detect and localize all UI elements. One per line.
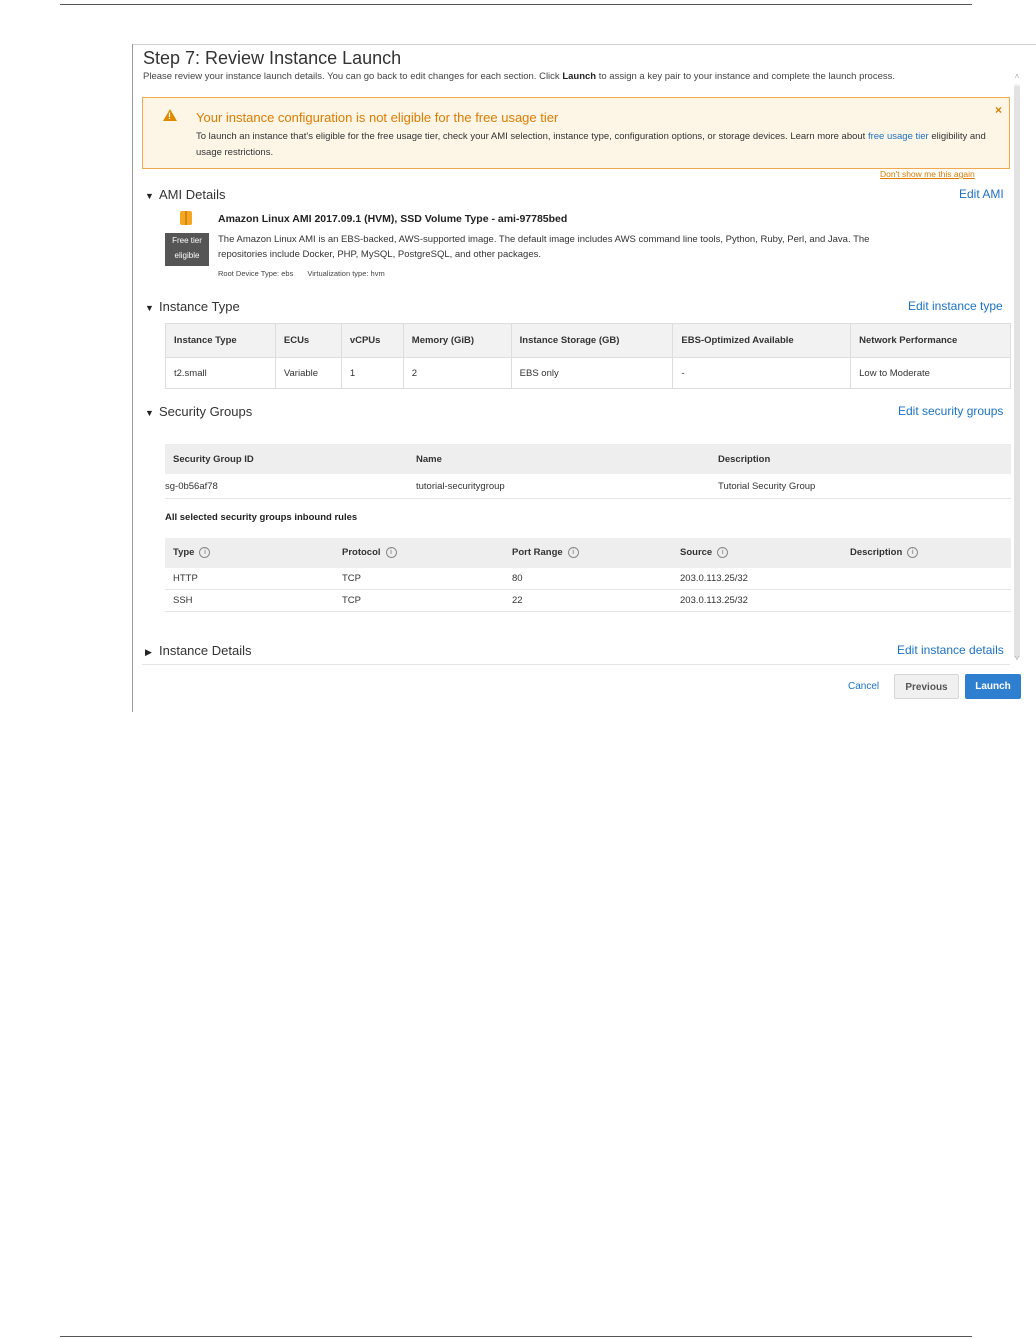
column-header: ECUs bbox=[274, 323, 342, 358]
column-header: Memory (GiB) bbox=[402, 323, 512, 358]
column-header: Network Performance bbox=[850, 323, 1011, 358]
table-cell: TCP bbox=[334, 589, 504, 612]
info-icon[interactable]: i bbox=[717, 547, 729, 559]
edit-instance-details-link[interactable]: Edit instance details bbox=[897, 643, 1004, 657]
caret-down-icon: ▼ bbox=[145, 408, 154, 418]
page-title: Step 7: Review Instance Launch bbox=[143, 48, 402, 68]
caret-right-icon: ▶ bbox=[145, 647, 152, 657]
caret-down-icon: ▼ bbox=[145, 303, 154, 313]
info-icon[interactable]: i bbox=[567, 547, 579, 559]
table-cell: Variable bbox=[274, 357, 342, 389]
table-row: HTTP TCP 80 203.0.113.25/32 bbox=[165, 568, 1011, 590]
edit-ami-link[interactable]: Edit AMI bbox=[959, 187, 1004, 201]
column-header: Security Group ID bbox=[165, 444, 408, 474]
table-cell: 203.0.113.25/32 bbox=[672, 568, 842, 590]
scroll-up-icon[interactable]: ˄ bbox=[1012, 72, 1022, 82]
info-icon[interactable]: i bbox=[199, 547, 211, 559]
table-cell: sg-0b56af78 bbox=[165, 474, 408, 499]
table-cell: t2.small bbox=[165, 357, 276, 389]
table-cell: TCP bbox=[334, 568, 504, 590]
info-icon[interactable]: i bbox=[385, 547, 397, 559]
edit-security-groups-link[interactable]: Edit security groups bbox=[898, 404, 1003, 418]
column-header: Description bbox=[710, 444, 1011, 474]
launch-button[interactable]: Launch bbox=[965, 674, 1021, 699]
section-security-groups[interactable]: ▼ Security Groups bbox=[145, 404, 252, 419]
table-cell: SSH bbox=[165, 589, 334, 612]
table-cell: Low to Moderate bbox=[850, 357, 1011, 389]
security-groups-table: Security Group ID Name Description sg-0b… bbox=[165, 444, 1011, 499]
cube-icon bbox=[180, 211, 192, 225]
column-header: Port Range i bbox=[504, 538, 672, 568]
scrollbar[interactable]: ˄ ˅ bbox=[1012, 72, 1022, 666]
inbound-rules-table: Type i Protocol i Port Range i Source i Desc… bbox=[165, 538, 1011, 612]
column-header: vCPUs bbox=[340, 323, 404, 358]
table-cell: 80 bbox=[504, 568, 672, 590]
column-header: Protocol i bbox=[334, 538, 504, 568]
scroll-thumb[interactable] bbox=[1014, 86, 1020, 658]
table-cell: - bbox=[672, 357, 852, 389]
footer-divider bbox=[142, 664, 1010, 665]
table-row: sg-0b56af78 tutorial-securitygroup Tutor… bbox=[165, 474, 1011, 499]
free-tier-warning: ! Your instance configuration is not eli… bbox=[142, 97, 1010, 169]
inbound-rules-label: All selected security groups inbound rul… bbox=[165, 512, 358, 523]
table-cell: EBS only bbox=[510, 357, 674, 389]
page-rule-bottom bbox=[60, 1336, 972, 1337]
column-header: Description i bbox=[842, 538, 1011, 568]
free-usage-tier-link[interactable]: free usage tier bbox=[868, 131, 929, 142]
ami-meta: Root Device Type: ebs Virtualization type… bbox=[218, 269, 385, 278]
column-header: Source i bbox=[672, 538, 842, 568]
section-instance-type[interactable]: ▼ Instance Type bbox=[145, 299, 240, 314]
table-cell: 203.0.113.25/32 bbox=[672, 589, 842, 612]
column-header: Instance Storage (GB) bbox=[510, 323, 674, 358]
column-header: EBS-Optimized Available bbox=[672, 323, 852, 358]
cancel-button[interactable]: Cancel bbox=[848, 681, 879, 692]
instance-type-table: Instance Type ECUs vCPUs Memory (GiB) In… bbox=[165, 323, 1011, 389]
scroll-down-icon[interactable]: ˅ bbox=[1012, 654, 1022, 664]
table-cell: Tutorial Security Group bbox=[710, 474, 1011, 499]
section-instance-details[interactable]: ▶ Instance Details bbox=[145, 643, 252, 658]
table-row: SSH TCP 22 203.0.113.25/32 bbox=[165, 589, 1011, 612]
close-icon[interactable]: × bbox=[995, 103, 1002, 117]
page-description: Please review your instance launch detai… bbox=[143, 71, 895, 82]
free-tier-badge: Free tier eligible bbox=[165, 233, 209, 266]
column-header: Instance Type bbox=[165, 323, 276, 358]
caret-down-icon: ▼ bbox=[145, 191, 154, 201]
table-cell: 2 bbox=[402, 357, 512, 389]
warning-triangle-icon: ! bbox=[163, 109, 177, 121]
table-row: t2.small Variable 1 2 EBS only - Low to … bbox=[165, 357, 1011, 389]
table-cell: 1 bbox=[340, 357, 404, 389]
ami-description: The Amazon Linux AMI is an EBS-backed, A… bbox=[218, 234, 870, 260]
section-ami-details[interactable]: ▼ AMI Details bbox=[145, 187, 225, 202]
previous-button[interactable]: Previous bbox=[894, 674, 959, 699]
warning-title: Your instance configuration is not eligi… bbox=[196, 110, 559, 125]
dialog-left-border bbox=[132, 44, 133, 712]
column-header: Type i bbox=[165, 538, 334, 568]
warning-text: To launch an instance that's eligible fo… bbox=[196, 131, 986, 158]
info-icon[interactable]: i bbox=[907, 547, 919, 559]
dialog-top-border bbox=[132, 44, 1036, 45]
edit-instance-type-link[interactable]: Edit instance type bbox=[908, 299, 1003, 313]
dont-show-again-link[interactable]: Don't show me this again bbox=[880, 169, 975, 179]
column-header: Name bbox=[408, 444, 710, 474]
ami-name: Amazon Linux AMI 2017.09.1 (HVM), SSD Vo… bbox=[218, 213, 568, 225]
table-cell: 22 bbox=[504, 589, 672, 612]
table-cell: HTTP bbox=[165, 568, 334, 590]
page-rule-top bbox=[60, 4, 972, 5]
table-cell bbox=[842, 568, 1011, 590]
table-cell: tutorial-securitygroup bbox=[408, 474, 710, 499]
table-cell bbox=[842, 589, 1011, 612]
